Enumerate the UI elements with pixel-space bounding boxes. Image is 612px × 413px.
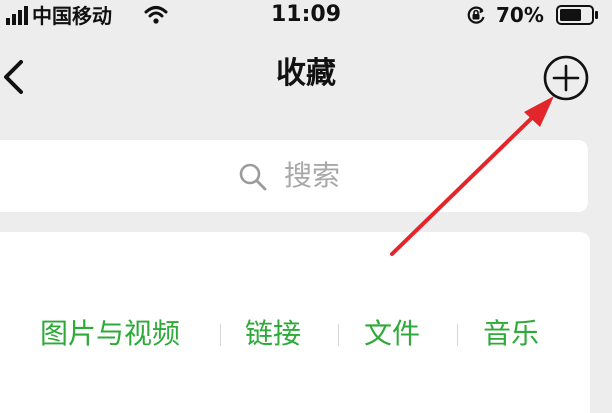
search-icon — [239, 163, 267, 191]
plus-circle-icon — [543, 55, 589, 101]
search-placeholder: 搜索 — [284, 159, 341, 192]
category-card: 图片与视频 链接 文件 音乐 — [0, 232, 590, 413]
page-title: 收藏 — [276, 56, 336, 91]
chevron-left-icon — [4, 60, 23, 94]
category-divider — [457, 324, 458, 346]
nav-bar: 收藏 — [0, 34, 612, 120]
category-files[interactable]: 文件 — [364, 314, 420, 354]
back-button[interactable] — [0, 52, 34, 102]
category-links[interactable]: 链接 — [245, 314, 301, 354]
category-music[interactable]: 音乐 — [483, 314, 539, 354]
category-divider — [220, 324, 221, 346]
signal-icon — [6, 6, 28, 25]
status-time: 11:09 — [270, 2, 342, 27]
category-divider — [338, 324, 339, 346]
battery-icon — [556, 5, 598, 25]
status-bar: 中国移动 11:09 70% — [0, 0, 612, 34]
add-button[interactable] — [541, 53, 591, 103]
rotation-lock-icon — [467, 6, 485, 24]
battery-percent: 70% — [496, 3, 544, 27]
wifi-icon — [144, 6, 168, 24]
category-photos-videos[interactable]: 图片与视频 — [40, 314, 180, 354]
carrier-name: 中国移动 — [32, 4, 112, 28]
search-box[interactable]: 搜索 — [0, 140, 588, 212]
